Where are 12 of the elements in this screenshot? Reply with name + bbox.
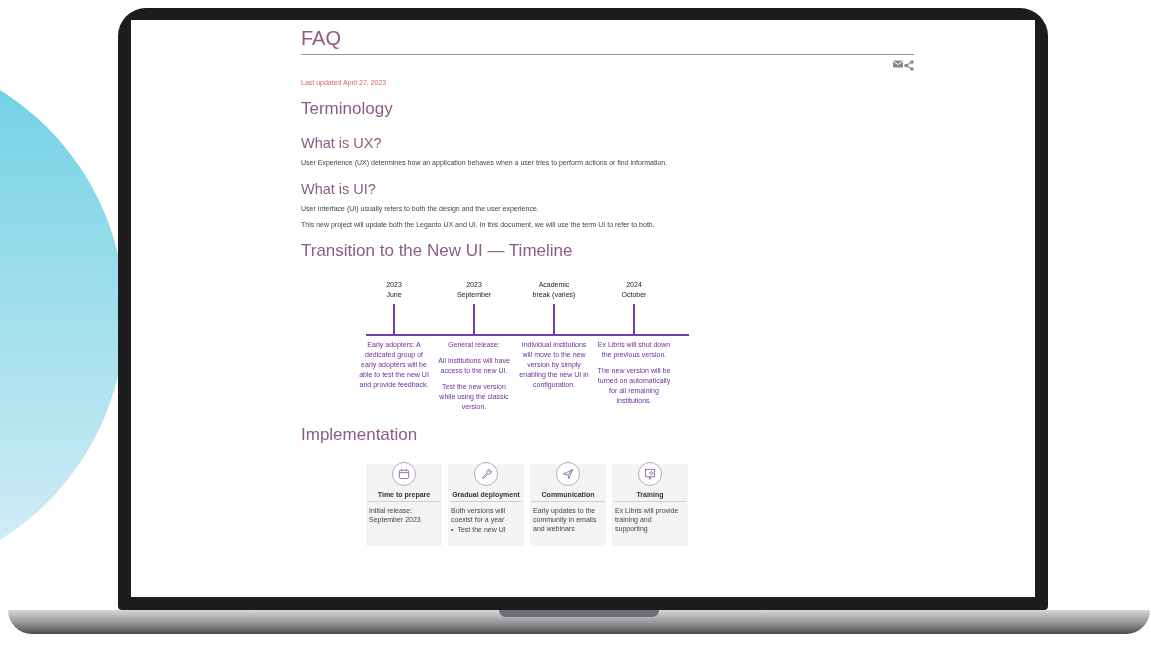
timeline-tick: [473, 304, 475, 334]
timeline-tick: [553, 304, 555, 334]
page-title: FAQ: [301, 20, 914, 55]
share-icon[interactable]: [904, 60, 914, 71]
section-heading: Implementation: [301, 424, 419, 446]
question-heading: What is UX?: [301, 134, 383, 152]
timeline-tick: [633, 304, 635, 334]
question-heading: What is UI?: [301, 180, 377, 198]
section-heading: Transition to the New UI — Timeline: [301, 240, 574, 262]
timeline-tick: [393, 304, 395, 334]
section-heading: Terminology: [301, 98, 394, 120]
mail-icon[interactable]: [893, 60, 903, 68]
